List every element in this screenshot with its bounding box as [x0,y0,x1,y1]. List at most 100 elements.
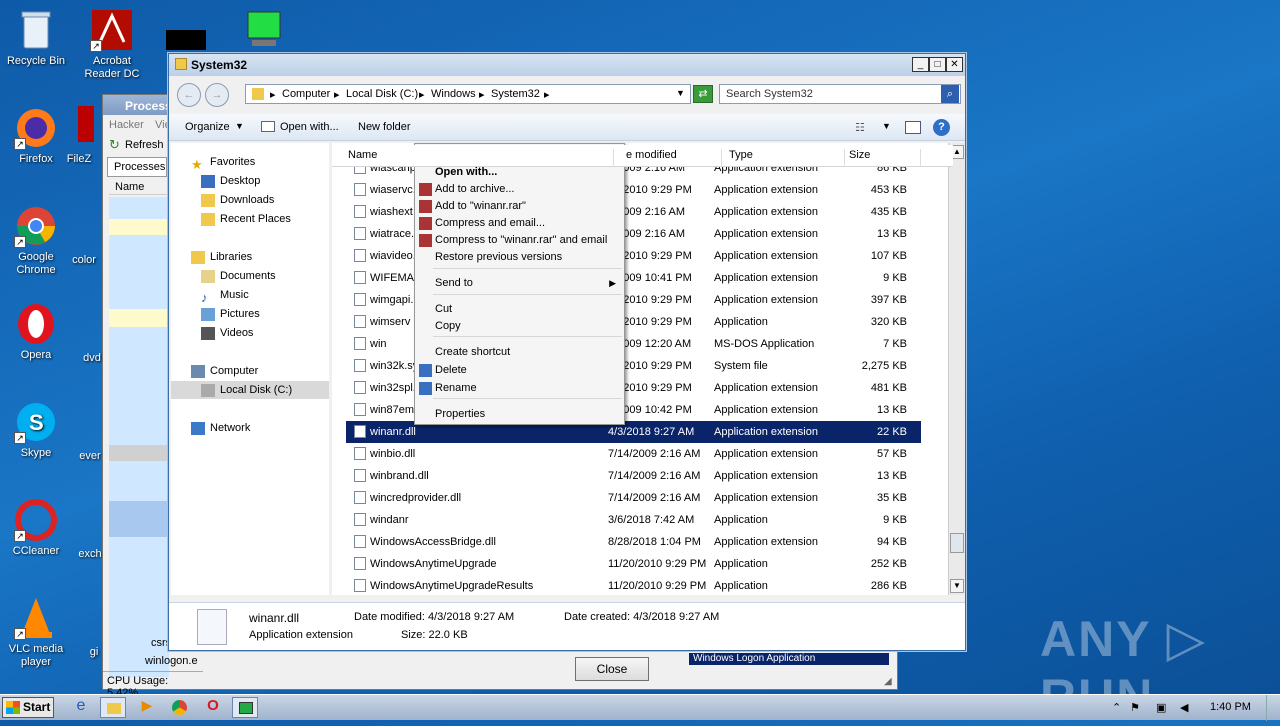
close-button[interactable]: Close [575,657,649,681]
nav-favorites[interactable]: ★ Favorites [171,153,329,172]
column-size[interactable]: Size [845,149,921,167]
scroll-thumb[interactable] [950,533,964,553]
breadcrumb-local-disk[interactable]: Local Disk (C:) [346,88,418,100]
desktop-icon-monitor[interactable] [226,8,298,55]
minimize-button[interactable]: _ [912,57,929,72]
refresh-button[interactable]: Refresh [125,139,164,151]
desktop-icon-vlc[interactable]: ↗ VLC media player [0,596,72,669]
desktop-icon-filezilla[interactable]: FileZ [54,106,104,166]
nav-pictures[interactable]: Pictures [171,305,329,323]
process-row[interactable]: winlogon.e [145,655,198,667]
search-input[interactable]: Search System32 [719,84,961,104]
rename-menu-item[interactable]: Rename [415,380,624,397]
desktop-icon-skype[interactable]: S ↗ Skype [0,400,72,460]
add-to-archive-menu-item[interactable]: Add to archive... [415,181,624,198]
menu-hacker[interactable]: Hacker [109,119,144,131]
file-row[interactable]: winbrand.dll 7/14/2009 2:16 AM Application… [346,465,921,487]
breadcrumb-computer[interactable]: Computer [282,88,330,100]
file-row[interactable]: WindowsAnytimeUpgradeResults 11/20/2010 9… [346,575,921,595]
desktop-icon-opera[interactable]: Opera [0,302,72,362]
compress-email-menu-item[interactable]: Compress and email... [415,215,624,232]
view-dropdown-icon[interactable]: ▼ [882,121,891,131]
open-with-button[interactable]: Open with... [280,121,339,133]
address-dropdown-icon[interactable]: ▼ [676,88,685,98]
file-row[interactable]: WindowsAccessBridge.dll 8/28/2018 1:04 PM… [346,531,921,553]
media-player-taskbar-icon[interactable]: ▶ [134,697,160,718]
copy-menu-item[interactable]: Copy [415,318,624,335]
desktop-icon-acrobat[interactable]: ↗ Acrobat Reader DC [76,8,148,81]
tab-processes[interactable]: Processes [107,157,167,177]
nav-videos[interactable]: Videos [171,324,329,342]
forward-button[interactable]: → [205,83,229,107]
nav-label: Local Disk (C:) [220,384,293,396]
clock[interactable]: 1:40 PM [1210,701,1251,713]
breadcrumb-arrow-icon[interactable]: ▸ [544,88,550,101]
restore-versions-menu-item[interactable]: Restore previous versions [415,249,624,266]
start-button[interactable]: Start [2,697,54,718]
show-hidden-icons[interactable]: ⌃ [1112,701,1121,714]
column-name[interactable]: Name [109,181,169,195]
file-icon [354,271,366,284]
process-row-selected[interactable]: Windows Logon Application [689,653,889,665]
file-row[interactable]: windanr 3/6/2018 7:42 AM Application 9 KB [346,509,921,531]
cut-menu-item[interactable]: Cut [415,301,624,318]
network-tray-icon[interactable]: ▣ [1156,701,1166,714]
help-icon[interactable]: ? [933,119,950,136]
nav-local-disk[interactable]: Local Disk (C:) [171,381,329,399]
nav-music[interactable]: ♪ Music [171,286,329,305]
organize-button[interactable]: Organize [185,121,230,133]
opera-taskbar-icon[interactable]: O [200,697,226,718]
file-row[interactable]: WindowsAnytimeUpgrade 11/20/2010 9:29 PM A… [346,553,921,575]
new-folder-button[interactable]: New folder [358,121,411,133]
column-date-modified[interactable]: e modified [622,149,722,167]
send-to-menu-item[interactable]: Send to ▶ [415,275,624,292]
nav-documents[interactable]: Documents [171,267,329,285]
preview-pane-icon[interactable] [905,121,921,134]
compress-rar-email-menu-item[interactable]: Compress to "winanr.rar" and email [415,232,624,249]
column-name[interactable]: Name [344,149,614,167]
desktop-icon-ccleaner[interactable]: ↗ CCleaner [0,498,72,558]
process-tree[interactable]: csrs winlogon.e [109,197,198,677]
desktop-icon-color[interactable]: color [62,254,106,267]
nav-libraries[interactable]: Libraries [171,248,329,266]
show-desktop-button[interactable] [1266,695,1280,721]
resize-grip-icon[interactable]: ◢ [884,676,892,687]
add-to-rar-menu-item[interactable]: Add to "winanr.rar" [415,198,624,215]
file-row[interactable]: wincredprovider.dll 7/14/2009 2:16 AM Appl… [346,487,921,509]
process-explorer-taskbar-icon[interactable] [232,697,258,718]
nav-computer[interactable]: Computer [171,362,329,380]
search-icon[interactable]: ⌕ [941,85,959,103]
desktop-icon-recycle-bin[interactable]: Recycle Bin [0,8,72,68]
breadcrumb-arrow-icon[interactable]: ▸ [270,88,276,101]
refresh-icon[interactable]: ⇄ [693,85,713,103]
breadcrumb-system32[interactable]: System32 [491,88,540,100]
address-bar[interactable]: ▸ Computer ▸ Local Disk (C:) ▸ Windows ▸… [245,84,691,104]
breadcrumb-arrow-icon[interactable]: ▸ [419,88,425,101]
file-row[interactable]: winbio.dll 7/14/2009 2:16 AM Application e… [346,443,921,465]
file-icon [354,227,366,240]
properties-menu-item[interactable]: Properties [415,406,624,423]
column-type[interactable]: Type [725,149,845,167]
nav-network[interactable]: Network [171,419,329,437]
breadcrumb-arrow-icon[interactable]: ▸ [334,88,340,101]
volume-icon[interactable]: ◀ [1180,701,1188,714]
delete-menu-item[interactable]: Delete [415,362,624,379]
close-window-button[interactable]: ✕ [946,57,963,72]
maximize-button[interactable]: □ [929,57,946,72]
breadcrumb-windows[interactable]: Windows [431,88,476,100]
create-shortcut-menu-item[interactable]: Create shortcut [415,344,624,361]
view-options-icon[interactable]: ☷ [855,121,865,134]
ie-taskbar-icon[interactable]: e [68,697,94,718]
flag-icon[interactable]: ⚑ [1130,701,1140,714]
organize-dropdown-icon[interactable]: ▼ [235,121,244,131]
scroll-down-icon[interactable]: ▼ [950,579,964,593]
breadcrumb-arrow-icon[interactable]: ▸ [479,88,485,101]
nav-desktop[interactable]: Desktop [171,172,329,190]
explorer-taskbar-icon[interactable] [100,697,126,718]
explorer-titlebar[interactable]: System32 _ □ ✕ [169,54,965,76]
nav-recent-places[interactable]: Recent Places [171,210,329,228]
nav-downloads[interactable]: Downloads [171,191,329,209]
chrome-taskbar-icon[interactable] [166,697,192,718]
vertical-scrollbar[interactable]: ▲ ▼ [948,143,965,595]
back-button[interactable]: ← [177,83,201,107]
